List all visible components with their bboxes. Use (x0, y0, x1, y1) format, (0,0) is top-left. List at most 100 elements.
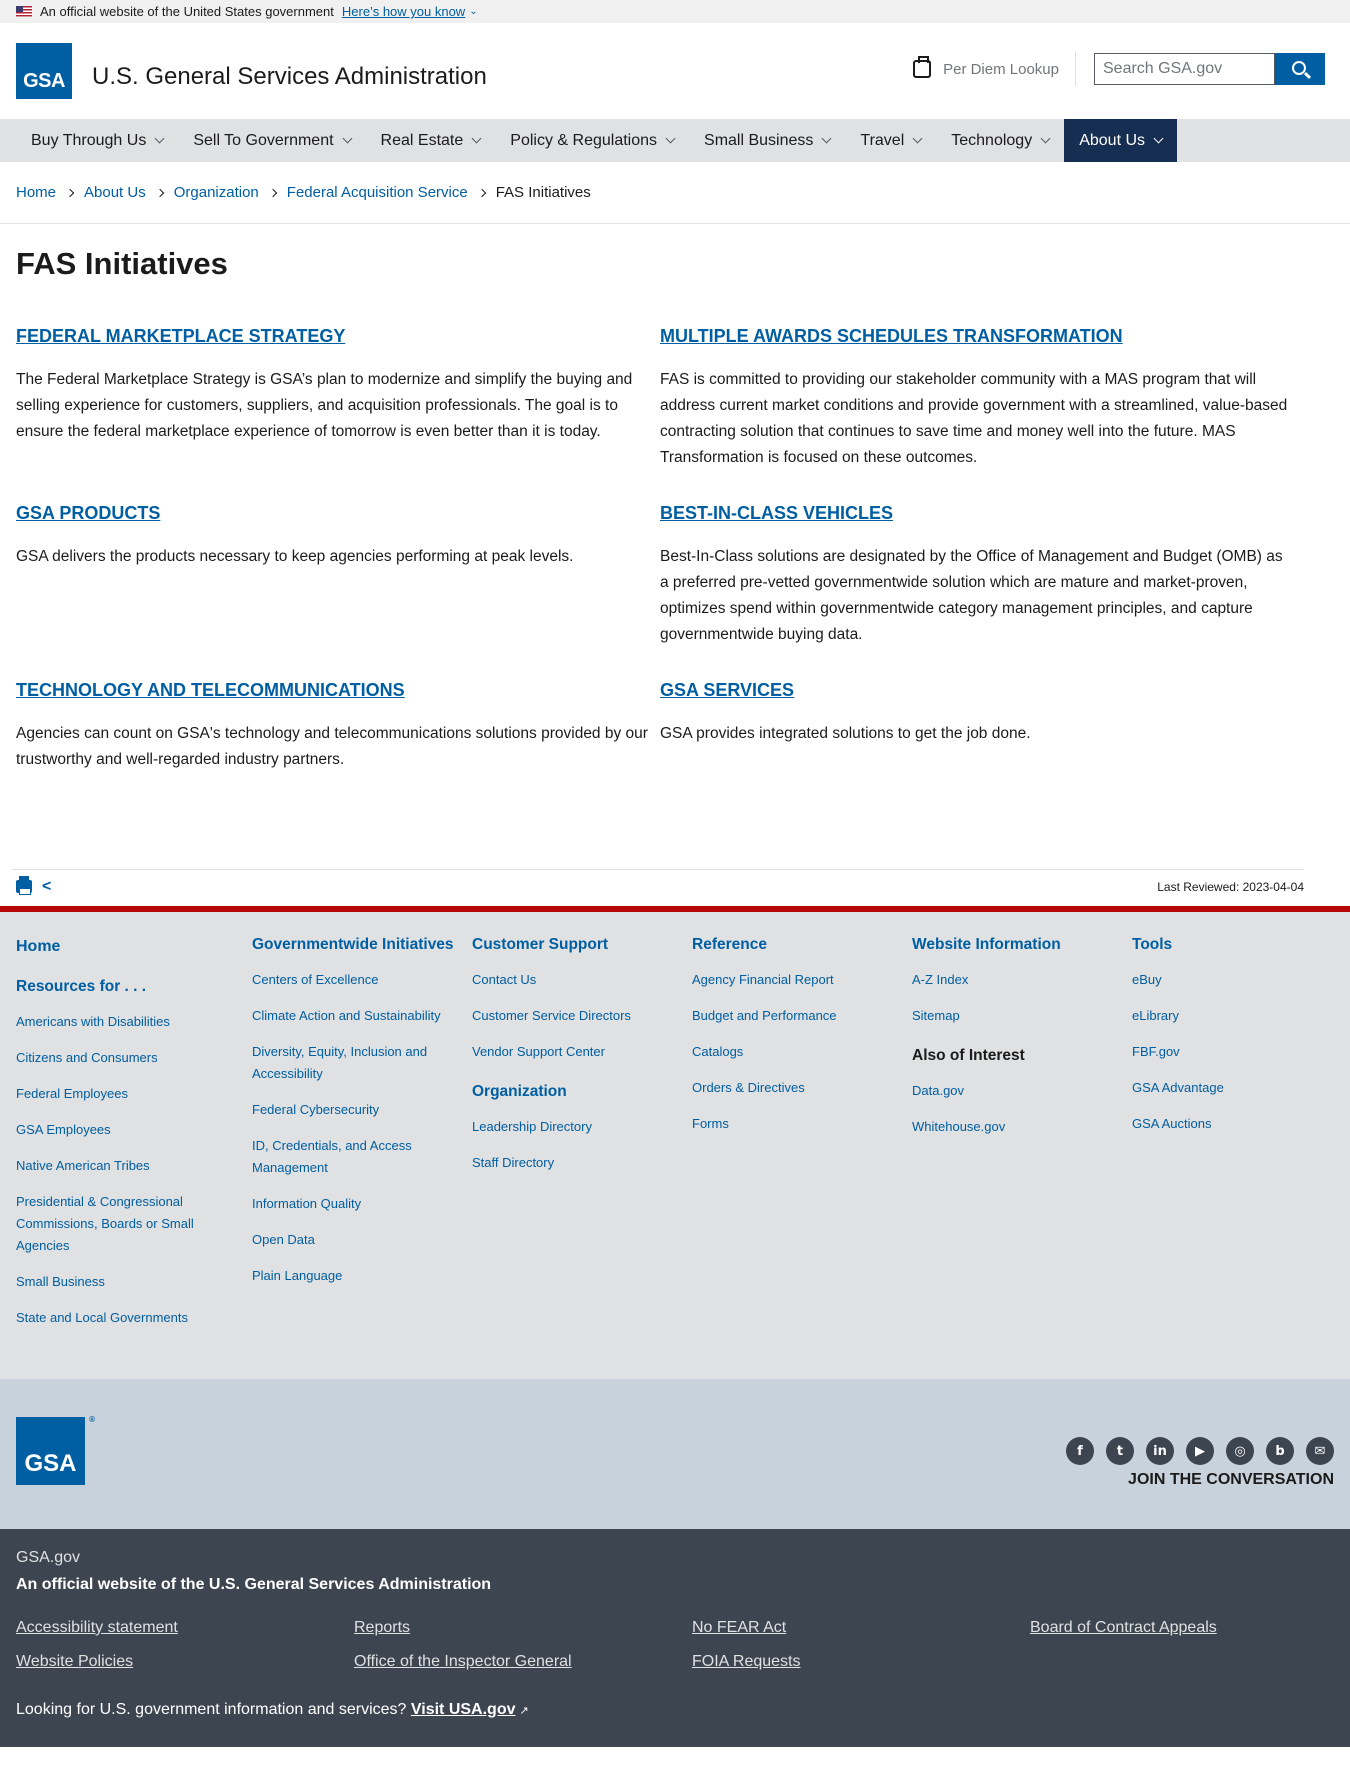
website-information-heading[interactable]: Website Information (912, 936, 1132, 953)
footer-link[interactable]: Native American Tribes (16, 1155, 252, 1177)
youtube-icon[interactable]: ▶ (1186, 1437, 1214, 1465)
inspector-general-link[interactable]: Office of the Inspector General (354, 1650, 692, 1673)
footer-link[interactable]: Sitemap (912, 1005, 1132, 1027)
initiative-link[interactable]: FEDERAL MARKETPLACE STRATEGY (16, 326, 345, 346)
footer-link[interactable]: Federal Cybersecurity (252, 1099, 472, 1121)
nav-real-estate[interactable]: Real Estate (366, 119, 496, 162)
footer-link[interactable]: Contact Us (472, 969, 692, 991)
blog-icon[interactable]: b (1266, 1437, 1294, 1465)
organization-heading[interactable]: Organization (472, 1083, 692, 1100)
nav-label: Small Business (704, 131, 814, 149)
share-icon[interactable]: < (42, 878, 51, 896)
breadcrumb-about-us[interactable]: About Us (84, 184, 146, 201)
footer-link[interactable]: eBuy (1132, 969, 1322, 991)
chevron-down-icon (821, 133, 832, 144)
twitter-icon[interactable]: t (1106, 1437, 1134, 1465)
footer-link[interactable]: FBF.gov (1132, 1041, 1322, 1063)
email-icon[interactable]: ✉ (1306, 1437, 1334, 1465)
initiative-link[interactable]: GSA PRODUCTS (16, 503, 160, 523)
nav-sell-to-government[interactable]: Sell To Government (178, 119, 365, 162)
footer-link[interactable]: Climate Action and Sustainability (252, 1005, 472, 1027)
chevron-down-icon (471, 133, 482, 144)
breadcrumb-fas[interactable]: Federal Acquisition Service (287, 184, 468, 201)
footer-link[interactable]: Catalogs (692, 1041, 912, 1063)
initiative-link[interactable]: BEST-IN-CLASS VEHICLES (660, 503, 893, 523)
search-button[interactable] (1275, 53, 1325, 85)
facebook-icon[interactable]: f (1066, 1437, 1094, 1465)
accessibility-statement-link[interactable]: Accessibility statement (16, 1616, 354, 1639)
social-links: f t in ▶ ◎ b ✉ JOIN THE CONVERSATION (1066, 1437, 1334, 1489)
footer-link[interactable]: Federal Employees (16, 1083, 252, 1105)
heres-how-you-know-link[interactable]: Here’s how you know (342, 4, 465, 19)
nav-policy-regulations[interactable]: Policy & Regulations (495, 119, 689, 162)
nav-technology[interactable]: Technology (936, 119, 1064, 162)
breadcrumb-home[interactable]: Home (16, 184, 56, 201)
no-fear-act-link[interactable]: No FEAR Act (692, 1616, 1030, 1639)
gsa-logo[interactable]: GSA (16, 43, 72, 99)
customer-support-heading[interactable]: Customer Support (472, 936, 692, 953)
nav-label: Technology (951, 131, 1033, 149)
footer-gsa-logo[interactable]: GSA (16, 1415, 95, 1485)
footer-link[interactable]: Budget and Performance (692, 1005, 912, 1027)
footer-col-website: Website Information A-Z Index Sitemap Al… (912, 936, 1132, 1329)
footer-link[interactable]: GSA Advantage (1132, 1077, 1322, 1099)
board-of-contract-appeals-link[interactable]: Board of Contract Appeals (1030, 1616, 1330, 1639)
footer-link[interactable]: Vendor Support Center (472, 1041, 692, 1063)
nav-buy-through-us[interactable]: Buy Through Us (16, 119, 178, 162)
footer-link[interactable]: ID, Credentials, and Access Management (252, 1135, 472, 1179)
footer-link[interactable]: Open Data (252, 1229, 472, 1251)
footer-link[interactable]: Leadership Directory (472, 1116, 692, 1138)
last-reviewed: Last Reviewed: 2023-04-04 (1157, 879, 1304, 894)
tools-heading[interactable]: Tools (1132, 936, 1322, 953)
footer-link[interactable]: A-Z Index (912, 969, 1132, 991)
footer-link[interactable]: Small Business (16, 1271, 252, 1293)
reference-heading[interactable]: Reference (692, 936, 912, 953)
footer-link[interactable]: Agency Financial Report (692, 969, 912, 991)
search-input[interactable] (1094, 53, 1275, 85)
nav-label: Buy Through Us (31, 131, 147, 149)
footer-link[interactable]: State and Local Governments (16, 1307, 252, 1329)
governmentwide-heading[interactable]: Governmentwide Initiatives (252, 936, 472, 953)
initiative-description: GSA provides integrated solutions to get… (660, 725, 1031, 742)
website-policies-link[interactable]: Website Policies (16, 1650, 354, 1673)
print-icon[interactable] (16, 876, 32, 895)
join-the-conversation: JOIN THE CONVERSATION (1128, 1471, 1334, 1488)
linkedin-icon[interactable]: in (1146, 1437, 1174, 1465)
visit-usa-gov-link[interactable]: Visit USA.gov (411, 1701, 516, 1718)
initiative-description: Best-In-Class solutions are designated b… (660, 548, 1283, 643)
instagram-icon[interactable]: ◎ (1226, 1437, 1254, 1465)
footer-link[interactable]: GSA Auctions (1132, 1113, 1322, 1135)
footer-link[interactable]: Centers of Excellence (252, 969, 472, 991)
footer-link[interactable]: Orders & Directives (692, 1077, 912, 1099)
footer-link[interactable]: Citizens and Consumers (16, 1047, 252, 1069)
nav-small-business[interactable]: Small Business (689, 119, 845, 162)
footer-link[interactable]: Forms (692, 1113, 912, 1135)
footer-link[interactable]: Diversity, Equity, Inclusion and Accessi… (252, 1041, 472, 1085)
reports-link[interactable]: Reports (354, 1616, 692, 1639)
footer-link[interactable]: Presidential & Congressional Commissions… (16, 1191, 252, 1257)
nav-label: Travel (860, 131, 905, 149)
initiative-link[interactable]: GSA SERVICES (660, 680, 794, 700)
footer-link[interactable]: Data.gov (912, 1080, 1132, 1102)
footer-link[interactable]: Americans with Disabilities (16, 1011, 252, 1033)
initiative-link[interactable]: MULTIPLE AWARDS SCHEDULES TRANSFORMATION (660, 326, 1123, 346)
foia-requests-link[interactable]: FOIA Requests (692, 1650, 1030, 1673)
initiative-link[interactable]: TECHNOLOGY AND TELECOMMUNICATIONS (16, 680, 405, 700)
site-title[interactable]: U.S. General Services Administration (92, 63, 487, 91)
per-diem-lookup-link[interactable]: Per Diem Lookup (913, 52, 1076, 86)
footer-link[interactable]: Plain Language (252, 1265, 472, 1287)
footer-link[interactable]: GSA Employees (16, 1119, 252, 1141)
footer-link[interactable]: Customer Service Directors (472, 1005, 692, 1027)
breadcrumb-organization[interactable]: Organization (174, 184, 259, 201)
chevron-down-icon[interactable]: ⌄ (469, 6, 477, 17)
nav-about-us[interactable]: About Us (1064, 119, 1178, 162)
nav-travel[interactable]: Travel (845, 119, 936, 162)
footer-link[interactable]: eLibrary (1132, 1005, 1322, 1027)
chevron-down-icon (342, 133, 352, 144)
banner-text: An official website of the United States… (40, 4, 334, 19)
footer-link[interactable]: Information Quality (252, 1193, 472, 1215)
footer-home-link[interactable]: Home (16, 936, 252, 958)
initiative-card: GSA SERVICES GSA provides integrated sol… (660, 680, 1304, 857)
footer-link[interactable]: Staff Directory (472, 1152, 692, 1174)
footer-link[interactable]: Whitehouse.gov (912, 1116, 1132, 1138)
